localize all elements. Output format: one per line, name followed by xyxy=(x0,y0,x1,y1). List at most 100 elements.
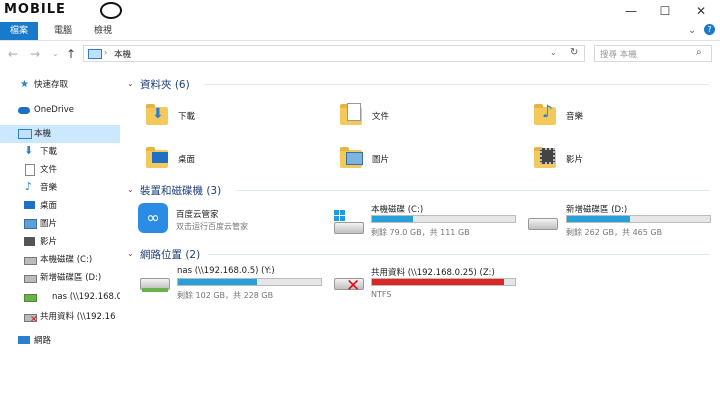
sidebar-item-nas[interactable]: nas (\\192.168.0 xyxy=(0,288,120,306)
sidebar-item-pictures[interactable]: 圖片 xyxy=(0,215,120,233)
search-placeholder: 搜尋 本機 xyxy=(600,50,637,60)
watermark-logo-icon xyxy=(100,2,122,19)
group-divider xyxy=(236,190,709,191)
breadcrumb-separator-icon: › xyxy=(104,48,108,57)
group-header-devices[interactable]: 裝置和磁碟機 (3) xyxy=(140,183,221,198)
computer-icon xyxy=(88,49,102,59)
group-header-folders[interactable]: 資料夾 (6) xyxy=(140,77,190,92)
drive-icon xyxy=(528,218,558,230)
tab-computer[interactable]: 電腦 xyxy=(44,22,82,40)
drive-icon xyxy=(334,222,364,234)
network-drive-icon xyxy=(24,294,37,302)
capacity-fill xyxy=(372,216,414,222)
close-button[interactable]: ✕ xyxy=(684,0,718,22)
video-icon xyxy=(540,148,555,164)
navigation-pane: ★ 快速存取 OneDrive 本機 ⬇ 下載 文件 ♪ 音樂 桌面 圖片 影片… xyxy=(0,68,120,405)
folder-downloads[interactable]: ⬇ 下載 xyxy=(142,100,312,136)
folder-label: 桌面 xyxy=(178,155,196,165)
music-icon: ♪ xyxy=(542,102,553,122)
network-drive-nas[interactable]: nas (\\192.168.0.5) (Y:) 剩餘 102 GB，共 228… xyxy=(136,262,326,302)
capacity-bar xyxy=(371,215,516,223)
sidebar-item-documents[interactable]: 文件 xyxy=(0,161,120,179)
folder-desktop[interactable]: 桌面 xyxy=(142,143,312,179)
sidebar-item-quick-access[interactable]: ★ 快速存取 xyxy=(0,76,120,94)
folder-pictures[interactable]: 圖片 xyxy=(336,143,506,179)
capacity-fill xyxy=(178,279,257,285)
tab-file[interactable]: 檔案 xyxy=(0,22,39,40)
folder-label: 圖片 xyxy=(372,155,390,165)
desktop-icon xyxy=(24,201,35,209)
watermark: MOBILE xyxy=(4,2,66,17)
sidebar-item-drive-d[interactable]: 新增磁碟區 (D:) xyxy=(0,269,120,287)
device-label: 百度云管家 xyxy=(176,210,219,220)
network-icon xyxy=(18,336,30,344)
network-drive-shared[interactable]: ✕ 共用資料 (\\192.168.0.25) (Z:) NTFS xyxy=(330,262,520,302)
capacity-bar xyxy=(177,278,322,286)
sidebar-item-downloads[interactable]: ⬇ 下載 xyxy=(0,143,120,161)
folder-documents[interactable]: 文件 xyxy=(336,100,506,136)
back-button[interactable]: ← xyxy=(8,47,18,61)
search-icon[interactable]: ⌕ xyxy=(696,47,702,58)
sidebar-item-videos[interactable]: 影片 xyxy=(0,233,120,251)
address-bar[interactable]: › 本機 ⌄ ↻ xyxy=(83,45,585,62)
collapse-devices-icon[interactable]: ⌄ xyxy=(127,185,134,194)
collapse-folders-icon[interactable]: ⌄ xyxy=(127,79,134,88)
search-box[interactable]: 搜尋 本機 ⌕ xyxy=(594,45,712,62)
music-icon: ♪ xyxy=(25,180,33,193)
drive-label: 本機磁碟 (C:) xyxy=(371,205,424,215)
error-x-icon: ✕ xyxy=(346,276,361,296)
group-header-network[interactable]: 網路位置 (2) xyxy=(140,247,200,262)
sidebar-item-shared[interactable]: ✕ 共用資料 (\\192.16 xyxy=(0,308,120,326)
picture-icon xyxy=(346,152,363,165)
download-icon: ⬇ xyxy=(24,144,34,157)
drive-label: 共用資料 (\\192.168.0.25) (Z:) xyxy=(371,268,495,278)
breadcrumb-location[interactable]: 本機 xyxy=(114,48,131,60)
network-connected-icon xyxy=(142,288,168,292)
sidebar-item-desktop[interactable]: 桌面 xyxy=(0,197,120,215)
document-icon xyxy=(25,164,35,176)
drive-label: 新增磁碟區 (D:) xyxy=(566,205,628,215)
drive-sub: NTFS xyxy=(371,290,392,299)
collapse-network-icon[interactable]: ⌄ xyxy=(127,249,134,258)
recent-dropdown-icon[interactable]: ⌄ xyxy=(52,49,59,58)
document-icon xyxy=(347,103,361,121)
computer-icon xyxy=(18,129,32,139)
ribbon: 檔案 電腦 檢視 ⌄ ? xyxy=(0,22,720,41)
drive-c[interactable]: 本機磁碟 (C:) 剩餘 79.0 GB，共 111 GB xyxy=(330,200,520,240)
drive-sub: 剩餘 79.0 GB，共 111 GB xyxy=(371,228,470,237)
drive-sub: 剩餘 102 GB，共 228 GB xyxy=(177,291,274,300)
maximize-button[interactable]: ☐ xyxy=(648,0,682,22)
device-baidu-cloud[interactable]: ∞ 百度云管家 双击运行百度云管家 xyxy=(136,200,316,240)
drive-icon xyxy=(24,275,37,283)
refresh-icon[interactable]: ↻ xyxy=(570,47,578,58)
folder-label: 影片 xyxy=(566,155,584,165)
address-dropdown-icon[interactable]: ⌄ xyxy=(550,48,557,57)
title-bar: MOBILE — ☐ ✕ xyxy=(0,0,720,22)
folder-music[interactable]: ♪ 音樂 xyxy=(530,100,700,136)
up-button[interactable]: ↑ xyxy=(66,47,76,61)
error-x-icon: ✕ xyxy=(30,315,38,325)
folder-label: 文件 xyxy=(372,112,390,122)
capacity-bar xyxy=(566,215,711,223)
forward-button[interactable]: → xyxy=(30,47,40,61)
cloud-icon xyxy=(18,107,30,114)
drive-d[interactable]: 新增磁碟區 (D:) 剩餘 262 GB，共 465 GB xyxy=(524,200,714,240)
capacity-bar xyxy=(371,278,516,286)
sidebar-item-drive-c[interactable]: 本機磁碟 (C:) xyxy=(0,251,120,269)
device-sub: 双击运行百度云管家 xyxy=(176,222,248,231)
video-icon xyxy=(24,237,35,246)
group-divider xyxy=(204,84,709,85)
expand-ribbon-icon[interactable]: ⌄ xyxy=(688,25,696,36)
picture-icon xyxy=(24,219,37,229)
help-icon[interactable]: ? xyxy=(704,24,715,35)
folder-videos[interactable]: 影片 xyxy=(530,143,700,179)
sidebar-item-network[interactable]: 網路 xyxy=(0,332,120,350)
minimize-button[interactable]: — xyxy=(614,0,648,22)
drive-icon xyxy=(24,257,37,265)
sidebar-item-this-pc[interactable]: 本機 xyxy=(0,125,120,143)
sidebar-item-music[interactable]: ♪ 音樂 xyxy=(0,179,120,197)
tab-view[interactable]: 檢視 xyxy=(84,22,122,40)
drive-label: nas (\\192.168.0.5) (Y:) xyxy=(177,266,275,276)
sidebar-item-onedrive[interactable]: OneDrive xyxy=(0,101,120,119)
star-icon: ★ xyxy=(20,79,29,90)
